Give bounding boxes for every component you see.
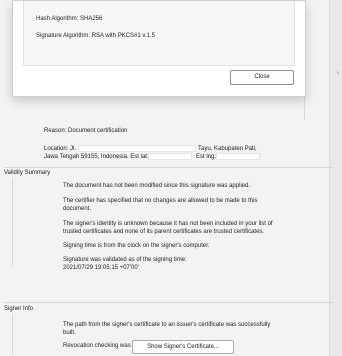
signer-info-title: Signer Info [4,306,34,312]
chevron-right-icon[interactable]: › [336,68,339,77]
hash-algorithm-text: Hash Algorithm: SHA256 [36,16,103,22]
dialog-details-pane: Hash Algorithm: SHA256 Signature Algorit… [23,1,295,66]
signer-path-text-cont: built. [63,330,76,336]
reason-text: Reason: Document certification [44,128,128,134]
est-lng-label: Est lng: [196,154,217,160]
signer-info-divider [4,302,334,303]
validity-item-validated-as-of: Signature was validated as of the signin… [63,257,187,263]
redacted-address [78,145,196,152]
validity-item-certifier: The certifier has specified that no chan… [63,198,258,204]
close-button[interactable]: Close [230,70,294,85]
validity-summary-title: Validity Summary [4,170,51,176]
validity-item-unmodified: The document has not been modified since… [63,183,251,189]
validity-item-identity-cont: trusted certificates and none of its par… [63,229,265,235]
validity-summary-divider [4,167,334,168]
certificate-details-dialog: Hash Algorithm: SHA256 Signature Algorit… [12,0,306,97]
validity-summary-group: The document has not been modified since… [12,178,335,271]
validity-item-certifier-cont: document. [63,206,92,212]
signature-algorithm-text: Signature Algorithm: RSA with PKCS#1 v.1… [36,33,155,39]
validity-item-identity: The signer's identity is unknown because… [63,221,273,227]
validity-item-signing-time: Signing time is from the clock on the si… [63,243,210,249]
show-signers-certificate-button[interactable]: Show Signer's Certificate... [132,340,234,354]
location-line2: Jawa Tengah 59155, Indonesia. Est lat: [44,154,149,160]
location-suffix: Tayu, Kabupaten Pati, [198,146,257,152]
location-prefix: Location: Jl. [44,146,77,152]
redacted-longitude [216,153,260,160]
redacted-latitude [148,153,192,160]
validity-item-timestamp: 2021/07/29 19:05:15 +07'00' [63,265,139,271]
signer-path-text: The path from the signer's certificate t… [63,322,271,328]
